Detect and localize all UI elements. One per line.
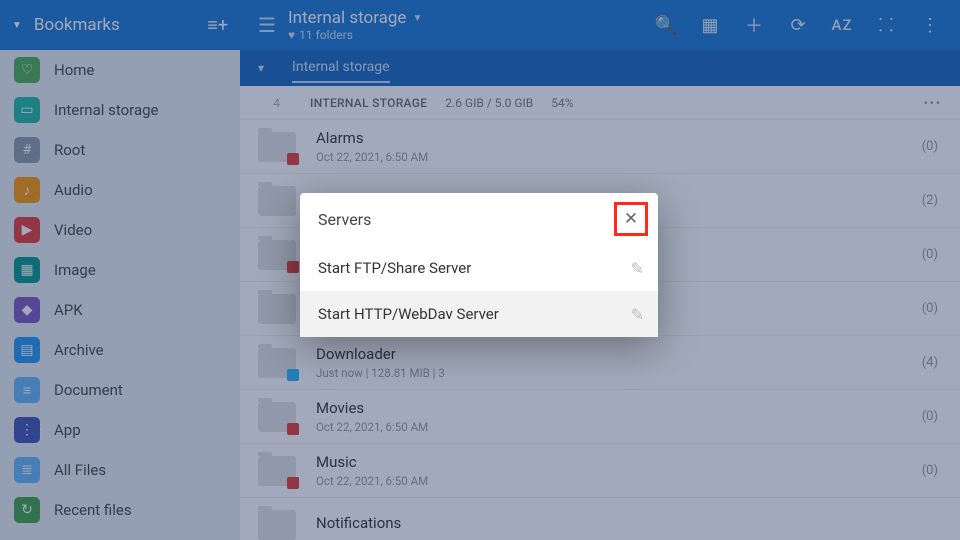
servers-dialog: Servers ✕ Start FTP/Share Server ✎ Start… [300,193,658,337]
edit-icon[interactable]: ✎ [631,259,644,278]
dialog-header: Servers ✕ [300,193,658,245]
dialog-item-label: Start HTTP/WebDav Server [318,305,631,323]
close-button[interactable]: ✕ [614,202,648,236]
edit-icon[interactable]: ✎ [631,305,644,324]
dialog-item-label: Start FTP/Share Server [318,259,631,277]
dialog-item-ftp[interactable]: Start FTP/Share Server ✎ [300,245,658,291]
dialog-title: Servers [318,210,614,229]
dialog-item-http[interactable]: Start HTTP/WebDav Server ✎ [300,291,658,337]
